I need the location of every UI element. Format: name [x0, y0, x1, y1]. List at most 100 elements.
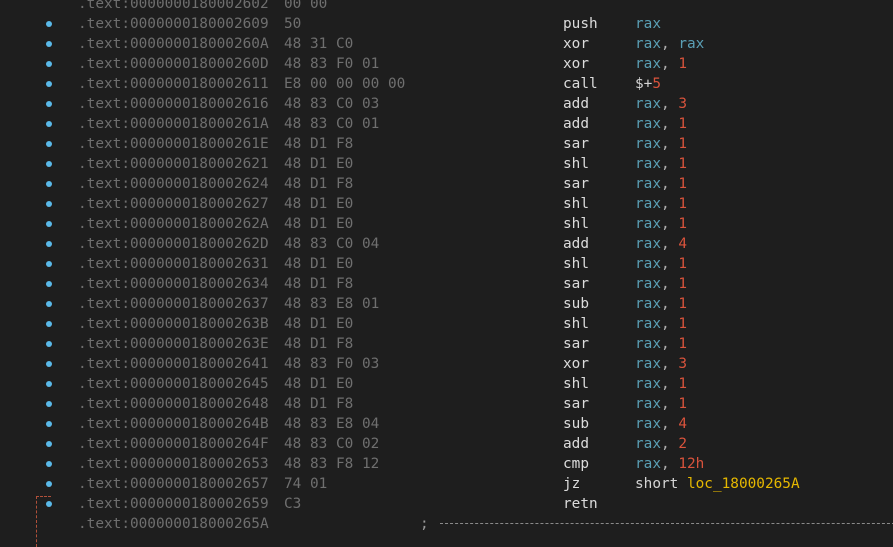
register-operand[interactable]: rax [635, 96, 661, 112]
breakpoint-dot-icon[interactable] [46, 281, 52, 287]
instruction-operands[interactable]: rax, 1 [635, 334, 687, 354]
instruction-mnemonic[interactable]: add [563, 94, 589, 114]
instruction-mnemonic[interactable]: shl [563, 254, 589, 274]
address-label[interactable]: .text:0000000180002637 [78, 294, 269, 314]
listing-row[interactable]: .text:0000000180002645 48 D1 E0 shl rax, 1 [0, 374, 893, 394]
address-label[interactable]: .text:0000000180002602 [78, 0, 269, 14]
address-label[interactable]: .text:0000000180002645 [78, 374, 269, 394]
listing-row[interactable]: .text:000000018000263B 48 D1 E0 shl rax, 1 [0, 314, 893, 334]
address-label[interactable]: .text:0000000180002634 [78, 274, 269, 294]
register-operand[interactable]: rax [635, 276, 661, 292]
instruction-operands[interactable]: rax, 12h [635, 454, 704, 474]
listing-row[interactable]: .text:0000000180002624 48 D1 F8 sar rax, 1 [0, 174, 893, 194]
listing-row[interactable]: .text:0000000180002631 48 D1 E0 shl rax, 1 [0, 254, 893, 274]
instruction-operands[interactable]: rax, rax [635, 34, 704, 54]
instruction-operands[interactable]: rax, 3 [635, 354, 687, 374]
listing-row[interactable]: .text:000000018000260200 00[ ] [0, 0, 893, 14]
register-operand[interactable]: rax [635, 356, 661, 372]
register-operand[interactable]: rax [635, 116, 661, 132]
listing-row[interactable]: .text:000000018000260D 48 83 F0 01 xor rax,… [0, 54, 893, 74]
instruction-operands[interactable]: rax, 1 [635, 394, 687, 414]
listing-row[interactable]: .text:000000018000264F 48 83 C0 02 add rax,… [0, 434, 893, 454]
instruction-mnemonic[interactable]: sar [563, 394, 589, 414]
instruction-mnemonic[interactable]: push [563, 14, 598, 34]
instruction-mnemonic[interactable]: xor [563, 34, 589, 54]
instruction-operands[interactable]: rax, 1 [635, 294, 687, 314]
instruction-operands[interactable]: rax, 4 [635, 414, 687, 434]
breakpoint-dot-icon[interactable] [46, 401, 52, 407]
instruction-operands[interactable]: rax, 3 [635, 94, 687, 114]
instruction-mnemonic[interactable]: sar [563, 334, 589, 354]
listing-row[interactable]: .text:0000000180002609 50 push rax [0, 14, 893, 34]
register-operand[interactable]: rax [635, 176, 661, 192]
instruction-mnemonic[interactable]: retn [563, 494, 598, 514]
register-operand[interactable]: rax [635, 56, 661, 72]
instruction-mnemonic[interactable]: shl [563, 314, 589, 334]
address-label[interactable]: .text:000000018000263E [78, 334, 269, 354]
breakpoint-dot-icon[interactable] [46, 341, 52, 347]
address-label[interactable]: .text:0000000180002621 [78, 154, 269, 174]
instruction-operands[interactable]: rax, 1 [635, 314, 687, 334]
instruction-mnemonic[interactable]: add [563, 434, 589, 454]
breakpoint-dot-icon[interactable] [46, 381, 52, 387]
instruction-mnemonic[interactable]: shl [563, 214, 589, 234]
listing-row[interactable]: .text:0000000180002616 48 83 C0 03 add rax,… [0, 94, 893, 114]
address-label[interactable]: .text:000000018000264F [78, 434, 269, 454]
listing-row[interactable]: .text:0000000180002659 C3 retn [0, 494, 893, 514]
instruction-mnemonic[interactable]: shl [563, 194, 589, 214]
instruction-mnemonic[interactable]: add [563, 114, 589, 134]
register-operand[interactable]: rax [635, 196, 661, 212]
listing-row[interactable]: .text:0000000180002621 48 D1 E0 shl rax, 1 [0, 154, 893, 174]
label-operand[interactable]: loc_18000265A [687, 476, 800, 492]
breakpoint-dot-icon[interactable] [46, 61, 52, 67]
address-label[interactable]: .text:0000000180002627 [78, 194, 269, 214]
instruction-operands[interactable]: rax, 1 [635, 174, 687, 194]
listing-row[interactable]: .text:0000000180002611 E8 00 00 00 00 call… [0, 74, 893, 94]
register-operand[interactable]: rax [635, 436, 661, 452]
instruction-mnemonic[interactable]: xor [563, 354, 589, 374]
address-label[interactable]: .text:000000018000264B [78, 414, 269, 434]
register-operand[interactable]: rax [635, 236, 661, 252]
instruction-mnemonic[interactable]: add [563, 234, 589, 254]
instruction-operands[interactable]: short loc_18000265A [635, 474, 800, 494]
instruction-operands[interactable]: rax, 1 [635, 154, 687, 174]
register-operand[interactable]: rax [635, 156, 661, 172]
listing-row[interactable]: .text:000000018000263E 48 D1 F8 sar rax, 1 [0, 334, 893, 354]
address-label[interactable]: .text:0000000180002611 [78, 74, 269, 94]
register-operand[interactable]: rax [635, 256, 661, 272]
register-operand[interactable]: rax [635, 316, 661, 332]
register-operand[interactable]: rax [635, 296, 661, 312]
address-label[interactable]: .text:000000018000262D [78, 234, 269, 254]
register-operand[interactable]: rax [678, 36, 704, 52]
register-operand[interactable]: rax [635, 16, 661, 32]
instruction-operands[interactable]: rax, 4 [635, 234, 687, 254]
register-operand[interactable]: rax [635, 416, 661, 432]
address-label[interactable]: .text:000000018000260A [78, 34, 269, 54]
listing-row[interactable]: .text:0000000180002648 48 D1 F8 sar rax, 1 [0, 394, 893, 414]
instruction-mnemonic[interactable]: shl [563, 154, 589, 174]
instruction-operands[interactable]: rax, 1 [635, 134, 687, 154]
breakpoint-dot-icon[interactable] [46, 201, 52, 207]
instruction-operands[interactable]: rax, 1 [635, 254, 687, 274]
register-operand[interactable]: rax [635, 456, 661, 472]
breakpoint-dot-icon[interactable] [46, 301, 52, 307]
address-label[interactable]: .text:000000018000261E [78, 134, 269, 154]
address-label[interactable]: .text:000000018000262A [78, 214, 269, 234]
breakpoint-dot-icon[interactable] [46, 81, 52, 87]
instruction-mnemonic[interactable]: sar [563, 174, 589, 194]
breakpoint-dot-icon[interactable] [46, 241, 52, 247]
instruction-mnemonic[interactable]: call [563, 74, 598, 94]
breakpoint-dot-icon[interactable] [46, 181, 52, 187]
address-label[interactable]: .text:0000000180002659 [78, 494, 269, 514]
breakpoint-dot-icon[interactable] [46, 121, 52, 127]
instruction-mnemonic[interactable]: sar [563, 134, 589, 154]
listing-row[interactable]: .text:0000000180002657 74 01 jz short loc_1… [0, 474, 893, 494]
instruction-mnemonic[interactable]: sub [563, 294, 589, 314]
address-label[interactable]: .text:000000018000260D [78, 54, 269, 74]
instruction-mnemonic[interactable]: xor [563, 54, 589, 74]
breakpoint-dot-icon[interactable] [46, 441, 52, 447]
instruction-operands[interactable]: $+5 [635, 74, 661, 94]
breakpoint-dot-icon[interactable] [46, 461, 52, 467]
instruction-operands[interactable]: rax, 1 [635, 114, 687, 134]
instruction-mnemonic[interactable]: shl [563, 374, 589, 394]
